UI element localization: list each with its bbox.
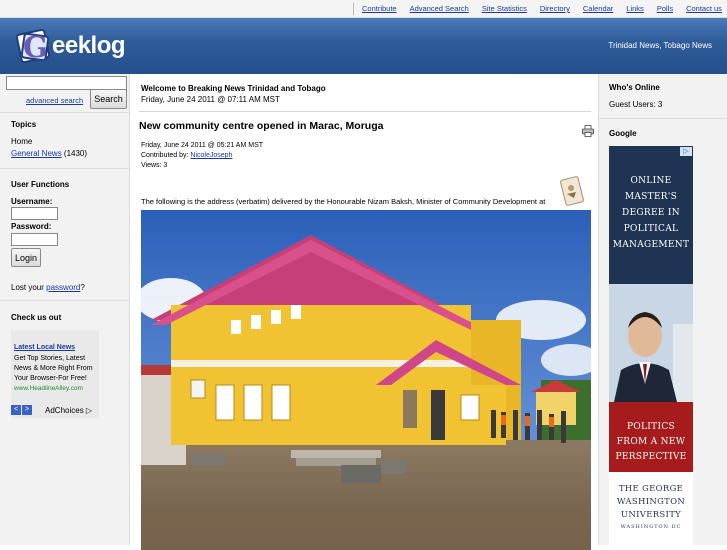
logo-wordmark: eeklog [52, 32, 126, 59]
site-logo[interactable]: G eeklog [14, 26, 126, 66]
left-sidebar: advanced search Search Topics Home Gener… [0, 74, 130, 545]
ad-line: THE GEORGE [618, 484, 684, 494]
nav-link-contact-us[interactable]: Contact us [686, 4, 722, 13]
ad-nav-arrows[interactable]: < > [11, 405, 32, 415]
site-header: G eeklog Trinidad News, Tobago News [0, 18, 727, 74]
right-sidebar: Who's Online Guest Users: 3 Google ▷ ONL… [598, 74, 727, 546]
nav-link-site-statistics[interactable]: Site Statistics [482, 4, 527, 13]
ad-line: MANAGEMENT [612, 240, 690, 250]
welcome-heading: Welcome to Breaking News Trinidad and To… [141, 84, 326, 93]
story-intro: The following is the address (verbatim) … [141, 197, 546, 206]
lost-password-prefix: Lost your [11, 283, 47, 292]
story-contributor: Contributed by: NicoleJoseph [141, 152, 232, 159]
topic-general-news: General News (1430) [11, 149, 87, 158]
ad-line: MASTER'S [624, 192, 678, 202]
google-ad[interactable]: ▷ ONLINE MASTER'S DEGREE IN POLITICAL MA… [609, 146, 693, 546]
ad-line: ONLINE [630, 176, 672, 186]
ad-info-icon[interactable]: ▷ [680, 147, 692, 156]
contributor-label: Contributed by: [141, 152, 191, 159]
lost-password-text: Lost your password? [11, 283, 85, 292]
divider [0, 112, 129, 113]
topics-heading: Topics [11, 120, 37, 129]
top-nav-links: Contribute Advanced Search Site Statisti… [362, 4, 727, 13]
ad-url[interactable]: www.HeadlineAlley.com [14, 385, 83, 392]
ad-line: DEGREE IN [622, 208, 680, 218]
site-tagline: Trinidad News, Tobago News [608, 41, 712, 50]
whos-online-heading: Who's Online [609, 83, 660, 92]
ad-line: WASHINGTON [616, 497, 686, 507]
nav-link-links[interactable]: Links [626, 4, 644, 13]
password-label: Password: [11, 222, 52, 231]
main-content: Welcome to Breaking News Trinidad and To… [131, 74, 597, 550]
lost-password-suffix: ? [80, 283, 85, 292]
nav-link-calendar[interactable]: Calendar [583, 4, 613, 13]
ad-choices[interactable]: < > AdChoices ▷ [11, 405, 99, 417]
username-label: Username: [11, 197, 53, 206]
ad-line: POLITICS [627, 422, 675, 432]
topic-thumbnail-icon[interactable] [560, 176, 584, 206]
search-input[interactable] [6, 76, 127, 90]
logo-badge-icon: G [14, 28, 52, 64]
search-button[interactable]: Search [90, 89, 127, 109]
check-us-out-heading: Check us out [11, 313, 62, 322]
login-button[interactable]: Login [11, 248, 41, 267]
ad-line: UNIVERSITY [620, 510, 682, 520]
adchoices-label[interactable]: AdChoices ▷ [45, 406, 92, 415]
nav-link-contribute[interactable]: Contribute [362, 4, 397, 13]
story-photo [141, 210, 591, 550]
ad-next-icon[interactable]: > [22, 405, 32, 415]
ad-prev-icon[interactable]: < [11, 405, 21, 415]
advanced-search-link[interactable]: advanced search [26, 96, 83, 105]
password-field[interactable] [11, 233, 58, 246]
username-field[interactable] [11, 207, 58, 220]
ad-body: Get Top Stories, Latest News & More Righ… [14, 355, 93, 382]
nav-link-advanced-search[interactable]: Advanced Search [410, 4, 469, 13]
divider [0, 168, 129, 169]
divider [599, 118, 727, 119]
story-date: Friday, June 24 2011 @ 05:21 AM MST [141, 142, 264, 149]
nav-link-polls[interactable]: Polls [657, 4, 673, 13]
contributor-link[interactable]: NicoleJoseph [190, 152, 232, 159]
story-views: Views: 3 [141, 162, 168, 169]
topic-general-news-count: (1430) [63, 149, 88, 158]
guest-users: Guest Users: 3 [609, 100, 663, 109]
ad-line: WASHINGTON DC [620, 524, 682, 530]
ad-line: FROM A NEW [616, 437, 686, 447]
portrait-icon [609, 284, 693, 402]
ad-title[interactable]: Latest Local News [14, 344, 75, 351]
top-navigation: Contribute Advanced Search Site Statisti… [0, 0, 727, 18]
divider [0, 300, 129, 301]
nav-separator [353, 3, 354, 15]
topic-home[interactable]: Home [11, 137, 32, 146]
ad-line: POLITICAL [623, 224, 679, 234]
ad-line: PERSPECTIVE [615, 452, 687, 462]
divider [139, 111, 591, 112]
story-title[interactable]: New community centre opened in Marac, Mo… [139, 120, 383, 132]
nav-link-directory[interactable]: Directory [540, 4, 570, 13]
user-functions-heading: User Functions [11, 180, 70, 189]
printer-icon[interactable] [582, 125, 594, 137]
topic-general-news-link[interactable]: General News [11, 149, 62, 158]
welcome-date: Friday, June 24 2011 @ 07:11 AM MST [141, 95, 280, 104]
google-heading: Google [609, 129, 637, 138]
play-icon: ▷ [85, 406, 93, 415]
lost-password-link[interactable]: password [46, 283, 80, 292]
